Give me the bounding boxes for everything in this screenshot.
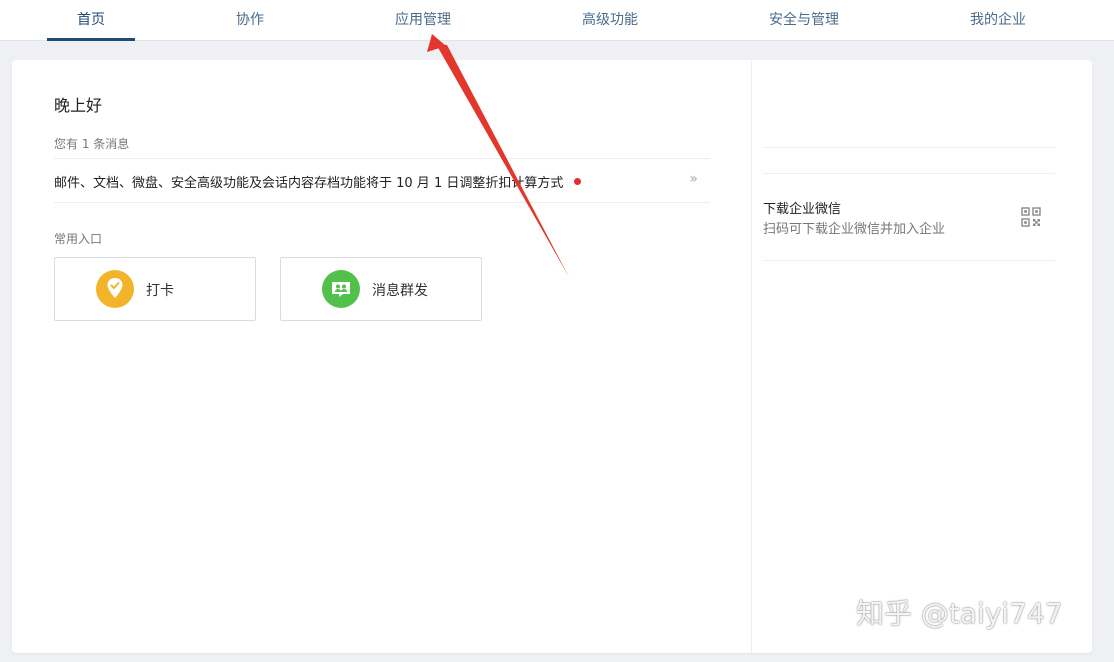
unread-dot (574, 178, 581, 185)
tab-home[interactable]: 首页 (47, 0, 135, 41)
group-message-icon (322, 270, 360, 308)
side-divider (763, 147, 1055, 148)
quick-entries-title: 常用入口 (54, 232, 103, 246)
quick-entry-label: 消息群发 (372, 283, 428, 299)
message-count: 您有 1 条消息 (54, 137, 130, 151)
tab-advanced-features[interactable]: 高级功能 (565, 0, 655, 41)
message-item[interactable]: 邮件、文档、微盘、安全高级功能及会话内容存档功能将于 10 月 1 日调整折扣计… (54, 158, 710, 203)
column-divider (751, 60, 752, 653)
top-navigation: 首页 协作 应用管理 高级功能 安全与管理 我的企业 (0, 0, 1114, 41)
greeting: 晚上好 (54, 96, 103, 115)
download-title: 下载企业微信 (763, 202, 842, 217)
double-chevron-right-icon: » (689, 171, 698, 187)
download-subtitle: 扫码可下载企业微信并加入企业 (763, 222, 946, 237)
home-card: 晚上好 您有 1 条消息 邮件、文档、微盘、安全高级功能及会话内容存档功能将于 … (12, 60, 1092, 653)
message-text: 邮件、文档、微盘、安全高级功能及会话内容存档功能将于 10 月 1 日调整折扣计… (54, 176, 564, 191)
tab-security-management[interactable]: 安全与管理 (757, 0, 851, 41)
side-divider (763, 260, 1055, 261)
quick-entry-check-in[interactable]: 打卡 (54, 257, 256, 321)
tab-my-enterprise[interactable]: 我的企业 (953, 0, 1043, 41)
qr-code-icon[interactable] (1021, 207, 1041, 227)
quick-entry-label: 打卡 (146, 283, 174, 299)
tab-collaboration[interactable]: 协作 (210, 0, 290, 41)
tab-app-management[interactable]: 应用管理 (378, 0, 468, 41)
side-divider (763, 173, 1055, 174)
quick-entry-broadcast[interactable]: 消息群发 (280, 257, 482, 321)
location-pin-icon (96, 270, 134, 308)
